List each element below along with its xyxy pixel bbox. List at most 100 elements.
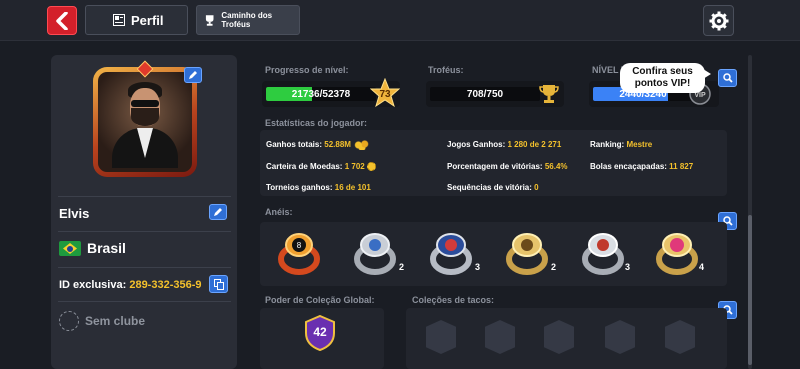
vip-details-button[interactable]	[718, 69, 737, 87]
ring-count: 2	[399, 262, 405, 272]
stat-wallet: Carteira de Moedas: 1 702	[266, 162, 376, 172]
cue-collection-icon[interactable]	[605, 320, 635, 354]
copy-icon	[213, 278, 224, 290]
stat-label: Porcentagem de vitórias:	[447, 162, 543, 171]
avatar[interactable]	[93, 67, 197, 177]
stat-label: Torneios ganhos:	[266, 183, 333, 192]
vip-tooltip-line2: pontos VIP!	[634, 78, 691, 89]
rings-panel: 8 2 3 2 3 4	[260, 222, 727, 286]
scrollbar[interactable]	[748, 55, 752, 369]
club-icon	[59, 311, 79, 331]
cue-collection-icon[interactable]	[665, 320, 695, 354]
ring-count: 2	[551, 262, 557, 272]
stat-label: Sequências de vitória:	[447, 183, 532, 192]
ring-count: 4	[699, 262, 705, 272]
svg-text:VIP: VIP	[694, 92, 706, 99]
rings-title: Anéis:	[265, 207, 293, 217]
divider	[58, 196, 231, 197]
ring-count: 3	[625, 262, 631, 272]
stat-value: 0	[534, 183, 539, 192]
trophy-icon	[205, 14, 214, 26]
unique-id-label: ID exclusiva:	[59, 279, 127, 291]
level-progress: 21736/52378 73	[262, 78, 400, 108]
pencil-icon	[214, 208, 222, 216]
stat-value: 1 280 de 2 271	[507, 140, 562, 149]
ring-1-icon[interactable]: 8	[278, 231, 320, 275]
stat-label: Ranking:	[590, 140, 625, 149]
divider	[58, 267, 231, 268]
collection-panel: 42	[260, 308, 384, 369]
trophies-value: 708/750	[466, 88, 504, 100]
stat-value: 11 827	[669, 162, 694, 171]
edit-avatar-button[interactable]	[184, 67, 202, 83]
stat-value: 16 de 101	[334, 183, 371, 192]
trophies-bar: 708/750	[430, 87, 540, 101]
collection-title: Poder de Coleção Global:	[265, 295, 375, 305]
collection-value: 42	[313, 325, 327, 339]
gear-icon	[709, 11, 728, 30]
tab-trophy-road-label: Caminho dos Troféus	[221, 11, 273, 29]
level-label: Progresso de nível:	[265, 65, 349, 75]
unique-id-value: 289-332-356-9	[129, 279, 202, 291]
stat-tournaments: Torneios ganhos: 16 de 101	[266, 183, 371, 192]
ring-2-icon[interactable]	[354, 231, 396, 275]
level-bar: 21736/52378	[266, 87, 376, 101]
country-name: Brasil	[87, 240, 126, 256]
vip-tooltip[interactable]: Confira seus pontos VIP!	[620, 63, 705, 93]
vip-tooltip-line1: Confira seus	[632, 66, 693, 77]
svg-text:8: 8	[297, 241, 302, 250]
club-status[interactable]: Sem clube	[85, 314, 145, 328]
stat-games-won: Jogos Ganhos: 1 280 de 2 271	[447, 140, 561, 149]
coin-icon	[366, 162, 376, 172]
stat-label: Jogos Ganhos:	[447, 140, 506, 149]
cue-collection-icon[interactable]	[544, 320, 574, 354]
player-name: Elvis	[59, 206, 90, 221]
stat-label: Ganhos totais:	[266, 140, 323, 150]
level-number: 73	[379, 89, 391, 100]
ring-5-icon[interactable]	[582, 231, 624, 275]
stat-ranking: Ranking: Mestre	[590, 140, 652, 149]
coins-icon	[353, 140, 372, 150]
cue-collection-icon[interactable]	[426, 320, 456, 354]
stat-label: Carteira de Moedas:	[266, 162, 343, 171]
settings-button[interactable]	[703, 5, 734, 36]
trophies-progress: 708/750	[426, 81, 564, 107]
top-bar: Perfil Caminho dos Troféus	[0, 0, 800, 41]
divider	[58, 231, 231, 232]
tab-profile[interactable]: Perfil	[85, 5, 188, 35]
cues-title: Coleções de tacos:	[412, 295, 495, 305]
stats-panel: Ganhos totais: 52.88M Carteira de Moedas…	[260, 130, 727, 196]
copy-id-button[interactable]	[209, 275, 228, 293]
edit-name-button[interactable]	[209, 204, 227, 220]
chevron-left-icon	[56, 11, 68, 30]
stat-balls-potted: Bolas encaçapadas: 11 827	[590, 162, 693, 171]
stat-win-streak: Sequências de vitória: 0	[447, 183, 539, 192]
stat-value: 56.4%	[544, 162, 568, 171]
stat-label: Bolas encaçapadas:	[590, 162, 667, 171]
search-icon	[722, 73, 733, 83]
profile-icon	[113, 14, 125, 26]
ring-4-icon[interactable]	[506, 231, 548, 275]
tab-trophy-road[interactable]: Caminho dos Troféus	[196, 5, 300, 35]
stat-total-winnings: Ganhos totais: 52.88M	[266, 140, 372, 150]
ring-6-icon[interactable]	[656, 231, 698, 275]
stat-value: 1 702	[344, 162, 365, 171]
profile-panel: Elvis Brasil ID exclusiva: 289-332-356-9…	[51, 55, 237, 369]
trophies-label: Troféus:	[428, 65, 464, 75]
brazil-flag-icon	[59, 241, 81, 256]
tab-profile-label: Perfil	[131, 12, 164, 28]
stats-title: Estatísticas do jogador:	[265, 118, 368, 128]
ring-3-icon[interactable]	[430, 231, 472, 275]
unique-id: ID exclusiva: 289-332-356-9	[59, 279, 202, 291]
stat-win-percentage: Porcentagem de vitórias: 56.4%	[447, 162, 568, 171]
trophy-icon	[539, 85, 559, 103]
ring-count: 3	[475, 262, 481, 272]
divider	[58, 301, 231, 302]
cues-panel	[406, 308, 727, 369]
cue-collection-icon[interactable]	[485, 320, 515, 354]
stat-value: Mestre	[626, 140, 653, 149]
pencil-icon	[189, 71, 197, 79]
level-value: 21736/52378	[291, 88, 351, 100]
scrollbar-thumb[interactable]	[748, 215, 752, 365]
back-button[interactable]	[47, 6, 77, 35]
